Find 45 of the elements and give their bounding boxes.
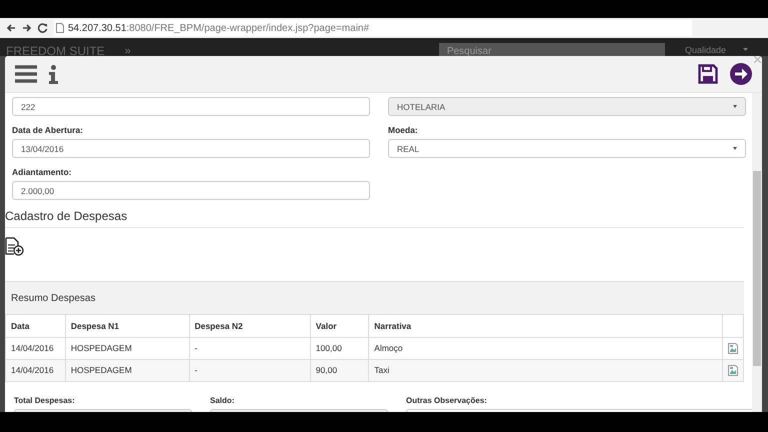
add-document-icon[interactable] (5, 237, 24, 256)
table-cell: 90,00 (310, 359, 369, 381)
page-icon (56, 23, 64, 33)
table-cell: HOSPEDAGEM (65, 359, 190, 381)
forward-icon[interactable] (22, 23, 32, 33)
field-label: Data de Abertura: (12, 125, 84, 135)
broken-image-icon[interactable] (728, 364, 738, 376)
reload-icon[interactable] (38, 23, 48, 33)
column-header: Data (6, 315, 66, 337)
back-icon[interactable] (6, 23, 16, 33)
caret-icon[interactable] (733, 147, 737, 150)
menu-icon[interactable] (15, 65, 37, 83)
section-title: Cadastro de Despesas (5, 209, 128, 223)
field-label: Adiantamento: (12, 167, 72, 177)
field-label: Moeda: (388, 125, 419, 135)
input-field[interactable]: 222 (12, 97, 370, 116)
field-label: Saldo: (210, 396, 236, 404)
column-header: Valor (310, 315, 369, 337)
address-field[interactable]: 54.207.30.51:8080/FRE_BPM/page-wrapper/index.jsp?page=main# (54, 20, 692, 36)
user-menu[interactable]: Qualidade (684, 45, 726, 56)
panel-title: Resumo Despesas (11, 292, 96, 304)
info-icon[interactable] (49, 64, 58, 84)
sidebar-toggle[interactable]: » (124, 44, 131, 56)
column-header: Narrativa (368, 315, 722, 337)
table-cell: 14/04/2016 (6, 337, 66, 359)
table-cell: - (189, 337, 310, 359)
table-cell: 100,00 (310, 337, 369, 359)
field-label: Outras Observações: (406, 396, 488, 404)
save-icon[interactable] (698, 64, 718, 84)
table-cell: HOSPEDAGEM (65, 337, 190, 359)
next-icon[interactable] (730, 63, 752, 85)
caret-icon[interactable] (743, 48, 748, 51)
input-field[interactable]: 2.000,00 (12, 181, 370, 200)
column-header: Despesa N2 (189, 315, 310, 337)
input-field[interactable]: 13/04/2016 (12, 139, 370, 158)
broken-image-icon[interactable] (728, 342, 738, 354)
column-header: Despesa N1 (65, 315, 190, 337)
table-cell: 14/04/2016 (6, 359, 66, 381)
select-field[interactable]: REAL (388, 139, 746, 158)
search-field[interactable]: Pesquisar (438, 43, 665, 56)
table-cell: Almoço (368, 337, 722, 359)
scrollbar[interactable] (752, 93, 762, 412)
field-label: Total Despesas: (14, 396, 76, 404)
table-cell: Taxi (368, 359, 722, 381)
table-cell: - (189, 359, 310, 381)
